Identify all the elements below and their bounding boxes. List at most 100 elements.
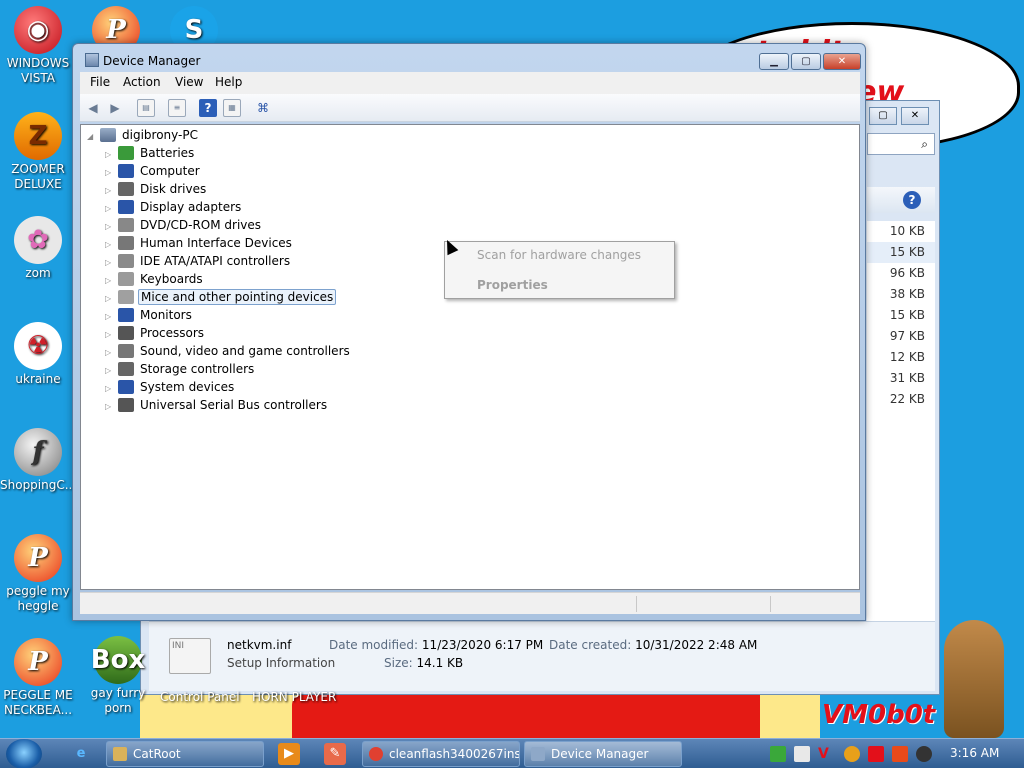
- tree-node[interactable]: ▷ Keyboards: [105, 270, 205, 288]
- tree-node-label: Display adapters: [140, 200, 242, 214]
- device-category-icon: [118, 380, 134, 394]
- task-cleanflash[interactable]: cleanflash3400267ins...: [362, 741, 520, 767]
- desktop-icon-windows-vista[interactable]: ◉ WINDOWS VISTA: [0, 6, 76, 86]
- file-size: 15 KB: [889, 308, 925, 322]
- menu-help[interactable]: Help: [215, 75, 242, 89]
- properties-icon[interactable]: ≡: [168, 99, 186, 117]
- internet-explorer-icon[interactable]: e: [70, 743, 92, 765]
- tree-node[interactable]: ▷ Sound, video and game controllers: [105, 342, 352, 360]
- box-icon: Box: [91, 636, 145, 684]
- tray-v-icon[interactable]: V: [818, 746, 834, 762]
- view-toolbar: [867, 187, 935, 213]
- tree-node-label: Computer: [140, 164, 200, 178]
- tree-node[interactable]: ▷ Mice and other pointing devices: [105, 288, 337, 306]
- tree-node-label: Keyboards: [140, 272, 203, 286]
- tree-node[interactable]: ▷ DVD/CD-ROM drives: [105, 216, 263, 234]
- help-icon[interactable]: ?: [199, 99, 217, 117]
- inf-file-icon: INI: [169, 638, 211, 674]
- tray-flag-icon[interactable]: [868, 746, 884, 762]
- task-label: CatRoot: [133, 747, 181, 761]
- tree-node-label: Human Interface Devices: [140, 236, 292, 250]
- media-player-icon[interactable]: ▶: [278, 743, 300, 765]
- status-bar: [80, 592, 860, 614]
- tree-node-label: Processors: [140, 326, 205, 340]
- menu-file[interactable]: File: [90, 75, 110, 89]
- desktop-icon-zom[interactable]: ✿ zom: [0, 216, 76, 281]
- tray-app-icon[interactable]: [794, 746, 810, 762]
- tree-node-label: Mice and other pointing devices: [138, 289, 337, 305]
- expand-icon[interactable]: ▷: [105, 398, 115, 416]
- clock[interactable]: 3:16 AM: [950, 746, 999, 760]
- chrome-icon: [369, 747, 383, 761]
- task-device-manager[interactable]: Device Manager: [524, 741, 682, 767]
- device-category-icon: [118, 362, 134, 376]
- tree-root-label: digibrony-PC: [122, 128, 198, 142]
- desktop-icon-label: gay furry porn: [90, 686, 146, 715]
- tree-node-label: DVD/CD-ROM drives: [140, 218, 262, 232]
- partial-label-horn-player: HORN PLAYER: [252, 690, 337, 704]
- view-icon[interactable]: ▦: [223, 99, 241, 117]
- peggle-icon: P: [14, 638, 62, 686]
- background-art: [760, 690, 820, 740]
- desktop-icon-shopping[interactable]: f ShoppingC...: [0, 428, 76, 493]
- desktop-icon-zoomer-deluxe[interactable]: Z ZOOMER DELUXE: [0, 112, 76, 192]
- computer-icon: [100, 128, 116, 142]
- menu-view[interactable]: View: [175, 75, 203, 89]
- tree-node[interactable]: ▷ IDE ATA/ATAPI controllers: [105, 252, 292, 270]
- menu-item-properties[interactable]: Properties: [477, 278, 548, 292]
- tray-record-icon[interactable]: [916, 746, 932, 762]
- forward-icon[interactable]: ▶: [106, 99, 124, 117]
- close-button[interactable]: ✕: [901, 107, 929, 125]
- maximize-button[interactable]: ▢: [869, 107, 897, 125]
- desktop-icon-label: ShoppingC...: [0, 478, 77, 492]
- search-box[interactable]: ⌕: [867, 133, 935, 155]
- desktop-icon-peggle-my-heggle[interactable]: P peggle my heggle: [0, 534, 76, 614]
- tree-node[interactable]: ▷ Disk drives: [105, 180, 208, 198]
- tree-node-label: System devices: [140, 380, 235, 394]
- tree-node-label: Universal Serial Bus controllers: [140, 398, 328, 412]
- help-icon[interactable]: ?: [903, 191, 921, 209]
- collapse-icon[interactable]: ◢: [87, 128, 97, 146]
- desktop-icon-peggle-me-neckbeard[interactable]: P PEGGLE ME NECKBEA...: [0, 638, 76, 718]
- desktop-icon-gay-furry[interactable]: Box gay furry porn: [80, 636, 156, 716]
- maximize-button[interactable]: ▢: [791, 53, 821, 70]
- details-pane: INI netkvm.inf Setup Information Date mo…: [149, 621, 935, 691]
- menu-action[interactable]: Action: [123, 75, 161, 89]
- device-tree[interactable]: ◢ digibrony-PC ▷ Batteries ▷ Computer ▷ Disk d…: [80, 124, 860, 590]
- file-size: 10 KB: [889, 224, 925, 238]
- paint-icon[interactable]: ✎: [324, 743, 346, 765]
- tree-node[interactable]: ▷ Display adapters: [105, 198, 243, 216]
- scan-hardware-icon[interactable]: ⌘: [254, 99, 272, 117]
- tree-node[interactable]: ▷ Batteries: [105, 144, 196, 162]
- tray-window-icon[interactable]: [892, 746, 908, 762]
- show-hide-tree-icon[interactable]: ▤: [137, 99, 155, 117]
- tree-node[interactable]: ▷ System devices: [105, 378, 236, 396]
- device-category-icon: [118, 218, 134, 232]
- tree-node[interactable]: ▷ Processors: [105, 324, 206, 342]
- tray-network-icon[interactable]: [770, 746, 786, 762]
- background-art-red: [292, 695, 772, 740]
- tray-search-icon[interactable]: [844, 746, 860, 762]
- device-category-icon: [118, 308, 134, 322]
- tree-node-label: Sound, video and game controllers: [140, 344, 350, 358]
- desktop-icon-ukraine[interactable]: ☢ ukraine: [0, 322, 76, 387]
- tree-node[interactable]: ▷ Storage controllers: [105, 360, 256, 378]
- minimize-button[interactable]: ▁: [759, 53, 789, 70]
- close-button[interactable]: ✕: [823, 53, 861, 70]
- tree-node-label: IDE ATA/ATAPI controllers: [140, 254, 291, 268]
- windows-vista-icon: ◉: [14, 6, 62, 54]
- tree-node[interactable]: ▷ Human Interface Devices: [105, 234, 294, 252]
- tree-node-label: Disk drives: [140, 182, 207, 196]
- task-catroot[interactable]: CatRoot: [106, 741, 264, 767]
- back-icon[interactable]: ◀: [84, 99, 102, 117]
- device-manager-window[interactable]: Device Manager ▁ ▢ ✕ File Action View He…: [72, 43, 866, 621]
- radiation-icon: ☢: [14, 322, 62, 370]
- tree-node[interactable]: ▷ Monitors: [105, 306, 194, 324]
- tree-root[interactable]: ◢ digibrony-PC: [87, 126, 200, 144]
- start-button[interactable]: [6, 739, 42, 768]
- tree-node[interactable]: ▷ Computer: [105, 162, 202, 180]
- tree-node[interactable]: ▷ Universal Serial Bus controllers: [105, 396, 329, 414]
- device-category-icon: [118, 200, 134, 214]
- taskbar: e CatRoot ▶ ✎ cleanflash3400267ins... De…: [0, 738, 1024, 768]
- menu-item-scan-hardware[interactable]: Scan for hardware changes: [477, 248, 641, 262]
